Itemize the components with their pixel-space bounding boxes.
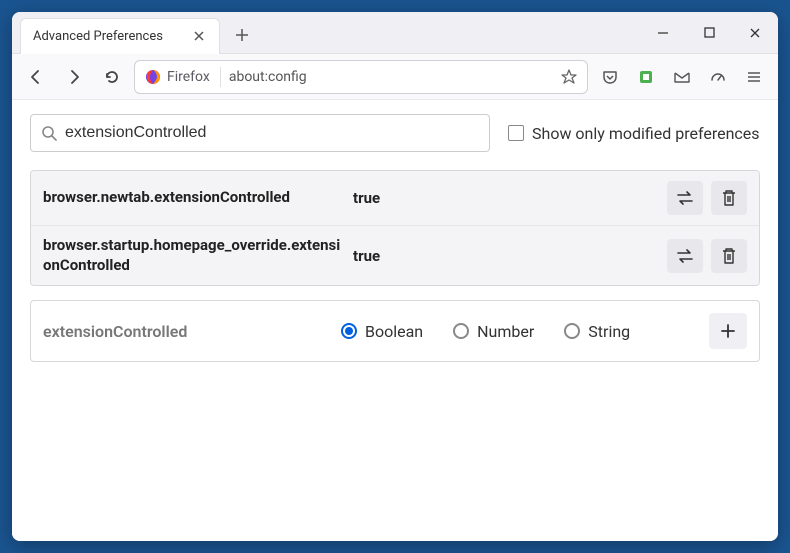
delete-button[interactable] (711, 181, 747, 215)
close-window-button[interactable] (732, 12, 778, 54)
preference-name: browser.startup.homepage_override.extens… (43, 236, 343, 275)
search-icon (41, 125, 57, 141)
about-config-content: Show only modified preferences browser.n… (12, 100, 778, 541)
checkbox-icon (508, 125, 524, 141)
pocket-icon[interactable] (594, 61, 626, 93)
radio-icon (341, 323, 357, 339)
preference-value: true (353, 247, 380, 265)
reload-button[interactable] (96, 61, 128, 93)
bookmark-star-icon[interactable] (557, 65, 581, 89)
type-radio-group: Boolean Number String (341, 322, 630, 341)
radio-icon (564, 323, 580, 339)
show-modified-label: Show only modified preferences (532, 124, 760, 143)
preference-search-input[interactable] (65, 124, 479, 142)
minimize-button[interactable] (640, 12, 686, 54)
show-modified-checkbox[interactable]: Show only modified preferences (508, 124, 760, 143)
preference-name: browser.newtab.extensionControlled (43, 188, 343, 208)
menu-icon[interactable] (738, 61, 770, 93)
preference-row: browser.newtab.extensionControlled true (31, 171, 759, 226)
create-preference-name: extensionControlled (43, 322, 323, 341)
preference-row: browser.startup.homepage_override.extens… (31, 226, 759, 285)
create-preference-row: extensionControlled Boolean Number Strin… (43, 313, 747, 349)
trash-icon (721, 247, 737, 265)
preference-search-box[interactable] (30, 114, 490, 152)
toggle-button[interactable] (667, 239, 703, 273)
radio-label: Boolean (365, 322, 423, 341)
radio-string[interactable]: String (564, 322, 630, 341)
close-tab-icon[interactable] (191, 28, 207, 44)
radio-boolean[interactable]: Boolean (341, 322, 423, 341)
search-row: Show only modified preferences (30, 114, 760, 152)
maximize-button[interactable] (686, 12, 732, 54)
extension-icon[interactable] (630, 61, 662, 93)
new-tab-button[interactable] (228, 21, 256, 49)
url-bar[interactable]: Firefox about:config (134, 60, 588, 94)
trash-icon (721, 189, 737, 207)
radio-label: Number (477, 322, 534, 341)
create-preference-box: extensionControlled Boolean Number Strin… (30, 300, 760, 362)
preference-list: browser.newtab.extensionControlled true (30, 170, 760, 286)
radio-label: String (588, 322, 630, 341)
radio-number[interactable]: Number (453, 322, 534, 341)
tab-title: Advanced Preferences (33, 29, 163, 44)
titlebar: Advanced Preferences (12, 12, 778, 54)
toggle-button[interactable] (667, 181, 703, 215)
plus-icon (720, 323, 736, 339)
dashboard-icon[interactable] (702, 61, 734, 93)
toggle-icon (675, 190, 695, 206)
mail-icon[interactable] (666, 61, 698, 93)
firefox-icon (145, 69, 161, 85)
forward-button[interactable] (58, 61, 90, 93)
preference-actions (667, 239, 747, 273)
toggle-icon (675, 248, 695, 264)
toolbar-right-icons (594, 61, 770, 93)
add-preference-button[interactable] (709, 313, 747, 349)
url-identity-label: Firefox (167, 69, 210, 85)
delete-button[interactable] (711, 239, 747, 273)
url-identity-box[interactable]: Firefox (141, 67, 221, 87)
preference-actions (667, 181, 747, 215)
preference-value: true (353, 189, 380, 207)
radio-icon (453, 323, 469, 339)
back-button[interactable] (20, 61, 52, 93)
browser-window: Advanced Preferences (12, 12, 778, 541)
browser-tab[interactable]: Advanced Preferences (20, 18, 220, 54)
nav-toolbar: Firefox about:config (12, 54, 778, 100)
window-controls (640, 12, 778, 54)
url-text: about:config (229, 69, 307, 85)
